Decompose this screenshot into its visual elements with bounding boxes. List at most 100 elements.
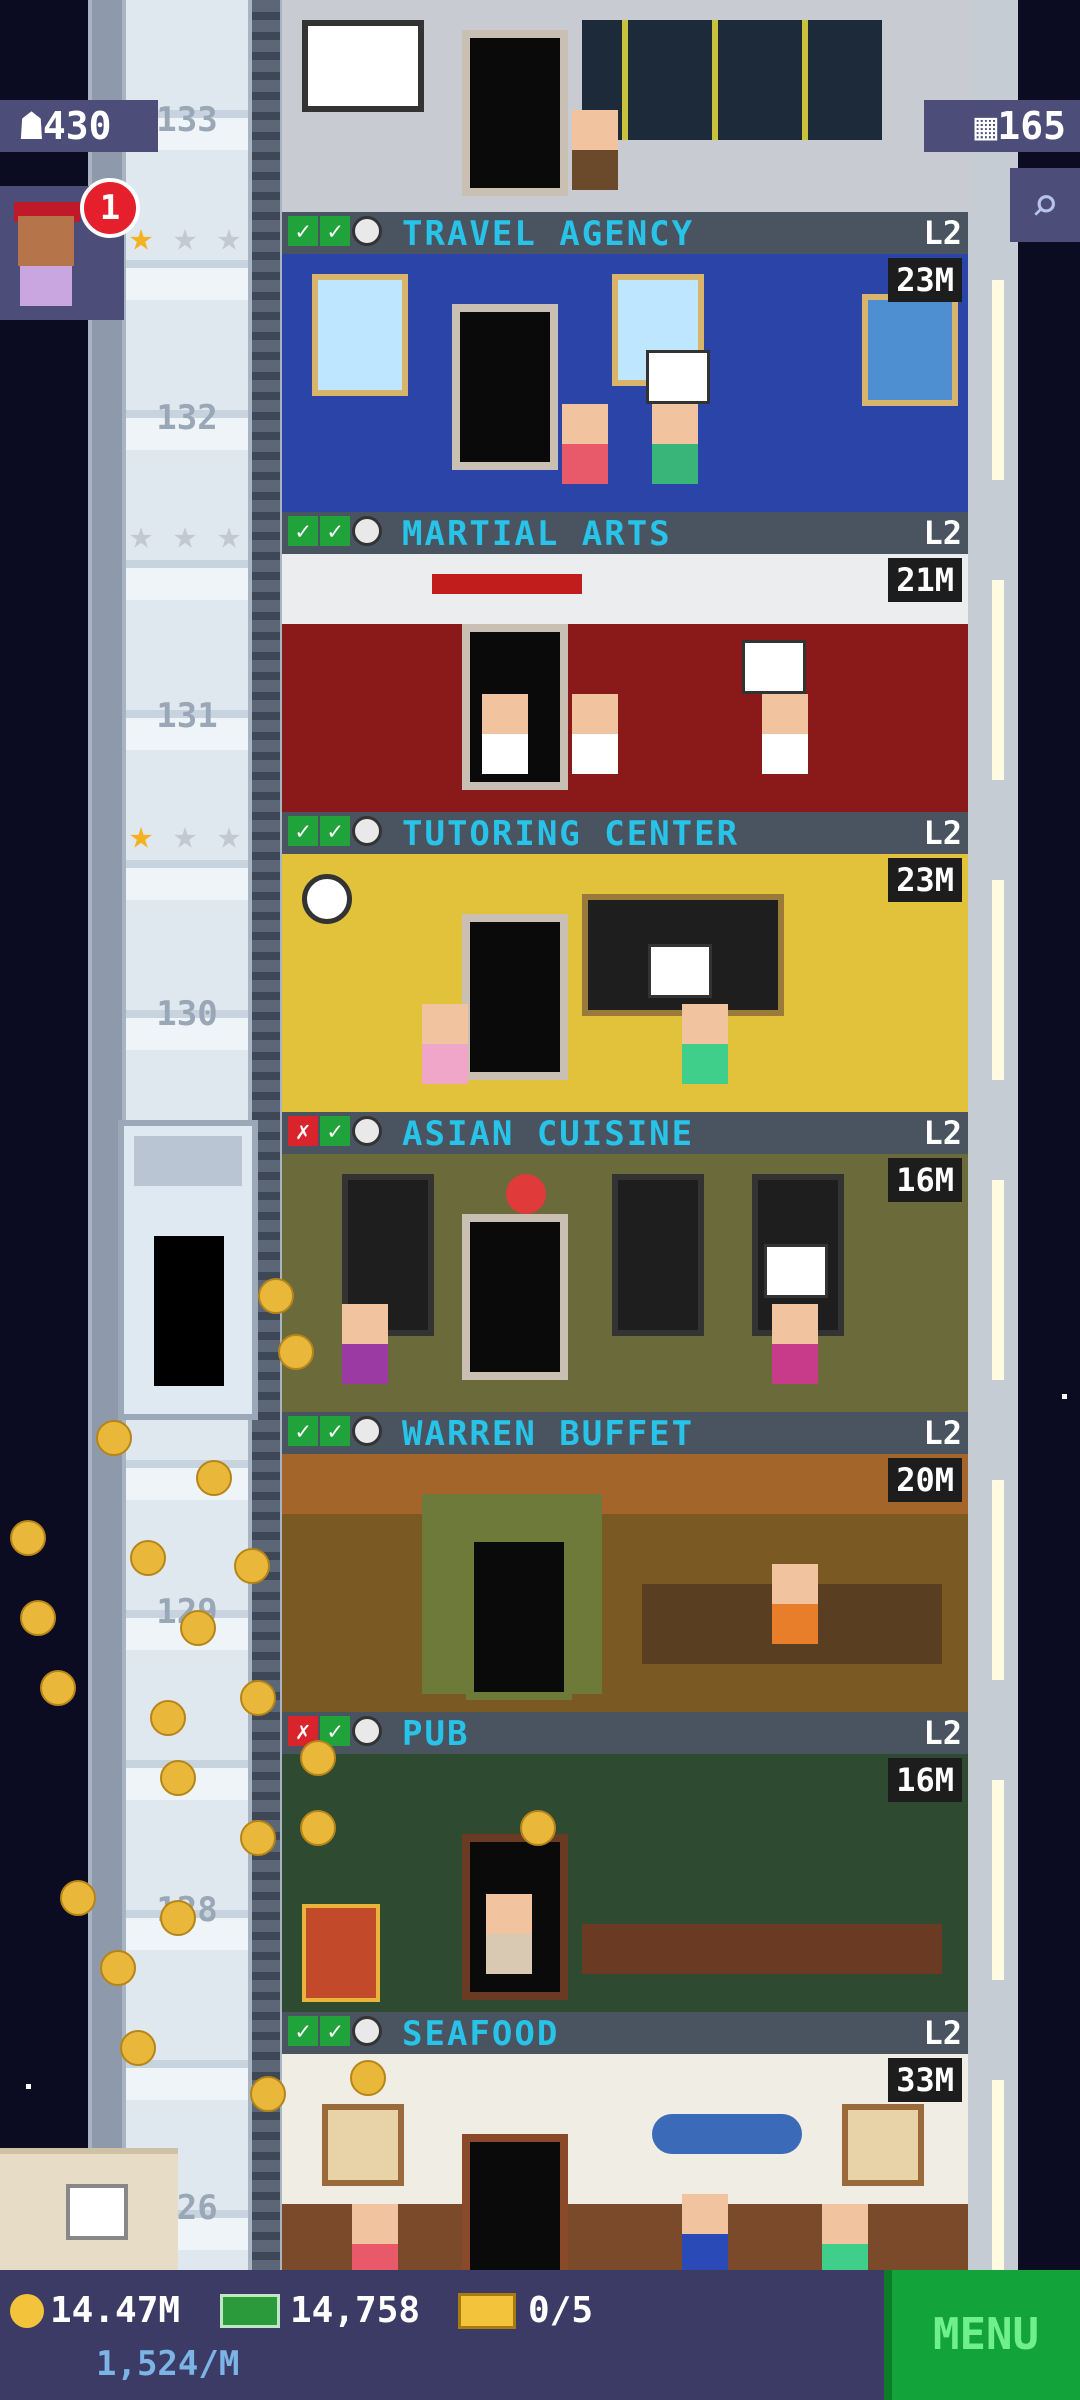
floor-travel-agency[interactable]: ✓ ✓ TRAVEL AGENCY L2 23M (282, 212, 968, 512)
population-counter[interactable]: ☗430 (0, 100, 158, 152)
check-icon: ✓ (320, 816, 350, 846)
person[interactable] (682, 1004, 728, 1084)
person[interactable] (572, 694, 618, 774)
person[interactable] (652, 404, 698, 484)
beach-poster (312, 274, 408, 396)
star-dot (1062, 1394, 1067, 1399)
ticket-icon (458, 2292, 516, 2329)
person[interactable] (822, 2204, 868, 2270)
clock-icon (352, 2016, 382, 2046)
bux-counter[interactable]: 14,758 (220, 2290, 420, 2331)
wall-light (992, 880, 1004, 1080)
floor-label-bar[interactable]: ✓ ✓ MARTIAL ARTS L2 (282, 512, 968, 554)
floor-asian-cuisine[interactable]: ✗ ✓ ASIAN CUISINE L2 16M (282, 1112, 968, 1412)
falling-coin (160, 1760, 196, 1796)
floor-pub[interactable]: ✗ ✓ PUB L2 16M (282, 1712, 968, 2012)
room-interior[interactable] (282, 554, 968, 812)
jukebox (302, 1904, 380, 2002)
person[interactable] (562, 404, 608, 484)
person[interactable] (572, 110, 618, 190)
floor-label-bar[interactable]: ✗ ✓ PUB L2 (282, 1712, 968, 1754)
room-door (462, 914, 568, 1080)
floor-stars: ★ ★ ★ (122, 812, 248, 858)
elevator-car[interactable] (118, 1120, 258, 1420)
floors-counter[interactable]: ▦165 (924, 100, 1080, 152)
room-interior[interactable] (282, 254, 968, 512)
notification-badge: 1 (80, 178, 140, 238)
falling-coin (130, 1540, 166, 1576)
building-icon: ▦ (974, 104, 998, 148)
visitor-shirt (20, 266, 72, 306)
falling-coin (100, 1950, 136, 1986)
visitor-button[interactable]: 1 (0, 178, 140, 320)
speech-bubble[interactable] (742, 640, 806, 694)
floor-warren-buffet[interactable]: ✓ ✓ WARREN BUFFET L2 20M (282, 1412, 968, 1712)
clock-icon (352, 1116, 382, 1146)
floor-stars: ★ ★ ★ (122, 214, 248, 260)
person-icon: ☗ (20, 104, 43, 148)
floor-status-icons: ✗ ✓ (288, 1716, 382, 1746)
floor-tutoring-center[interactable]: ✓ ✓ TUTORING CENTER L2 23M (282, 812, 968, 1112)
floor-name: TRAVEL AGENCY (402, 214, 695, 254)
person[interactable] (482, 694, 528, 774)
speech-bubble[interactable] (764, 1244, 828, 1298)
person[interactable] (342, 1304, 388, 1384)
floor-name: MARTIAL ARTS (402, 514, 672, 554)
person[interactable] (422, 1004, 468, 1084)
room-interior[interactable] (282, 2054, 968, 2270)
floor-level: L2 (923, 1714, 962, 1752)
falling-coin (258, 1278, 294, 1314)
room-interior[interactable] (282, 854, 968, 1112)
clock-icon (352, 816, 382, 846)
coins-counter[interactable]: 14.47M (10, 2290, 180, 2331)
star-rating-icon: ★ (128, 812, 154, 858)
search-button[interactable]: ⌕ (1010, 168, 1080, 242)
person[interactable] (352, 2204, 398, 2270)
room-interior[interactable] (282, 1154, 968, 1412)
falling-coin (150, 1700, 186, 1736)
floor-partial-top[interactable] (282, 0, 968, 212)
person[interactable] (682, 2194, 728, 2270)
floor-name: PUB (402, 1714, 470, 1754)
wall-light (992, 1480, 1004, 1680)
room-interior[interactable] (282, 1454, 968, 1712)
falling-coin (240, 1820, 276, 1856)
wall-light (992, 280, 1004, 480)
bar-counter (582, 1924, 942, 1974)
x-icon: ✗ (288, 1116, 318, 1146)
floor-label-bar[interactable]: ✓ ✓ WARREN BUFFET L2 (282, 1412, 968, 1454)
person[interactable] (486, 1894, 532, 1974)
floor-seafood[interactable]: ✓ ✓ SEAFOOD L2 33M (282, 2012, 968, 2270)
menu-button[interactable]: MENU (884, 2270, 1080, 2400)
speech-bubble[interactable] (646, 350, 710, 404)
floor-label-bar[interactable]: ✓ ✓ TUTORING CENTER L2 (282, 812, 968, 854)
inventory-crate-button[interactable] (0, 2148, 178, 2276)
floor-income: 33M (888, 2058, 962, 2102)
speech-bubble[interactable] (648, 944, 712, 998)
check-icon: ✓ (320, 1116, 350, 1146)
falling-coin (520, 1810, 556, 1846)
falling-coin (60, 1880, 96, 1916)
shaft-floor-number: 132 (156, 398, 218, 438)
clock-icon (352, 1416, 382, 1446)
star-rating-icon: ★ (172, 214, 198, 260)
tickets-counter[interactable]: 0/5 (458, 2290, 593, 2331)
star-dot (26, 2084, 31, 2089)
cash-icon (220, 2293, 280, 2328)
floor-label-bar[interactable]: ✗ ✓ ASIAN CUISINE L2 (282, 1112, 968, 1154)
person[interactable] (772, 1564, 818, 1644)
check-icon: ✓ (288, 516, 318, 546)
person[interactable] (772, 1304, 818, 1384)
floor-label-bar[interactable]: ✓ ✓ TRAVEL AGENCY L2 (282, 212, 968, 254)
floor-martial-arts[interactable]: ✓ ✓ MARTIAL ARTS L2 21M (282, 512, 968, 812)
floor-income: 23M (888, 858, 962, 902)
magnifier-icon: ⌕ (1030, 177, 1060, 233)
falling-coin (40, 1670, 76, 1706)
floor-name: WARREN BUFFET (402, 1414, 695, 1454)
floor-status-icons: ✓ ✓ (288, 2016, 382, 2046)
floor-label-bar[interactable]: ✓ ✓ SEAFOOD L2 (282, 2012, 968, 2054)
person[interactable] (762, 694, 808, 774)
room-interior[interactable] (282, 1754, 968, 2012)
star-rating-icon: ★ (128, 512, 154, 558)
clock-icon (352, 516, 382, 546)
